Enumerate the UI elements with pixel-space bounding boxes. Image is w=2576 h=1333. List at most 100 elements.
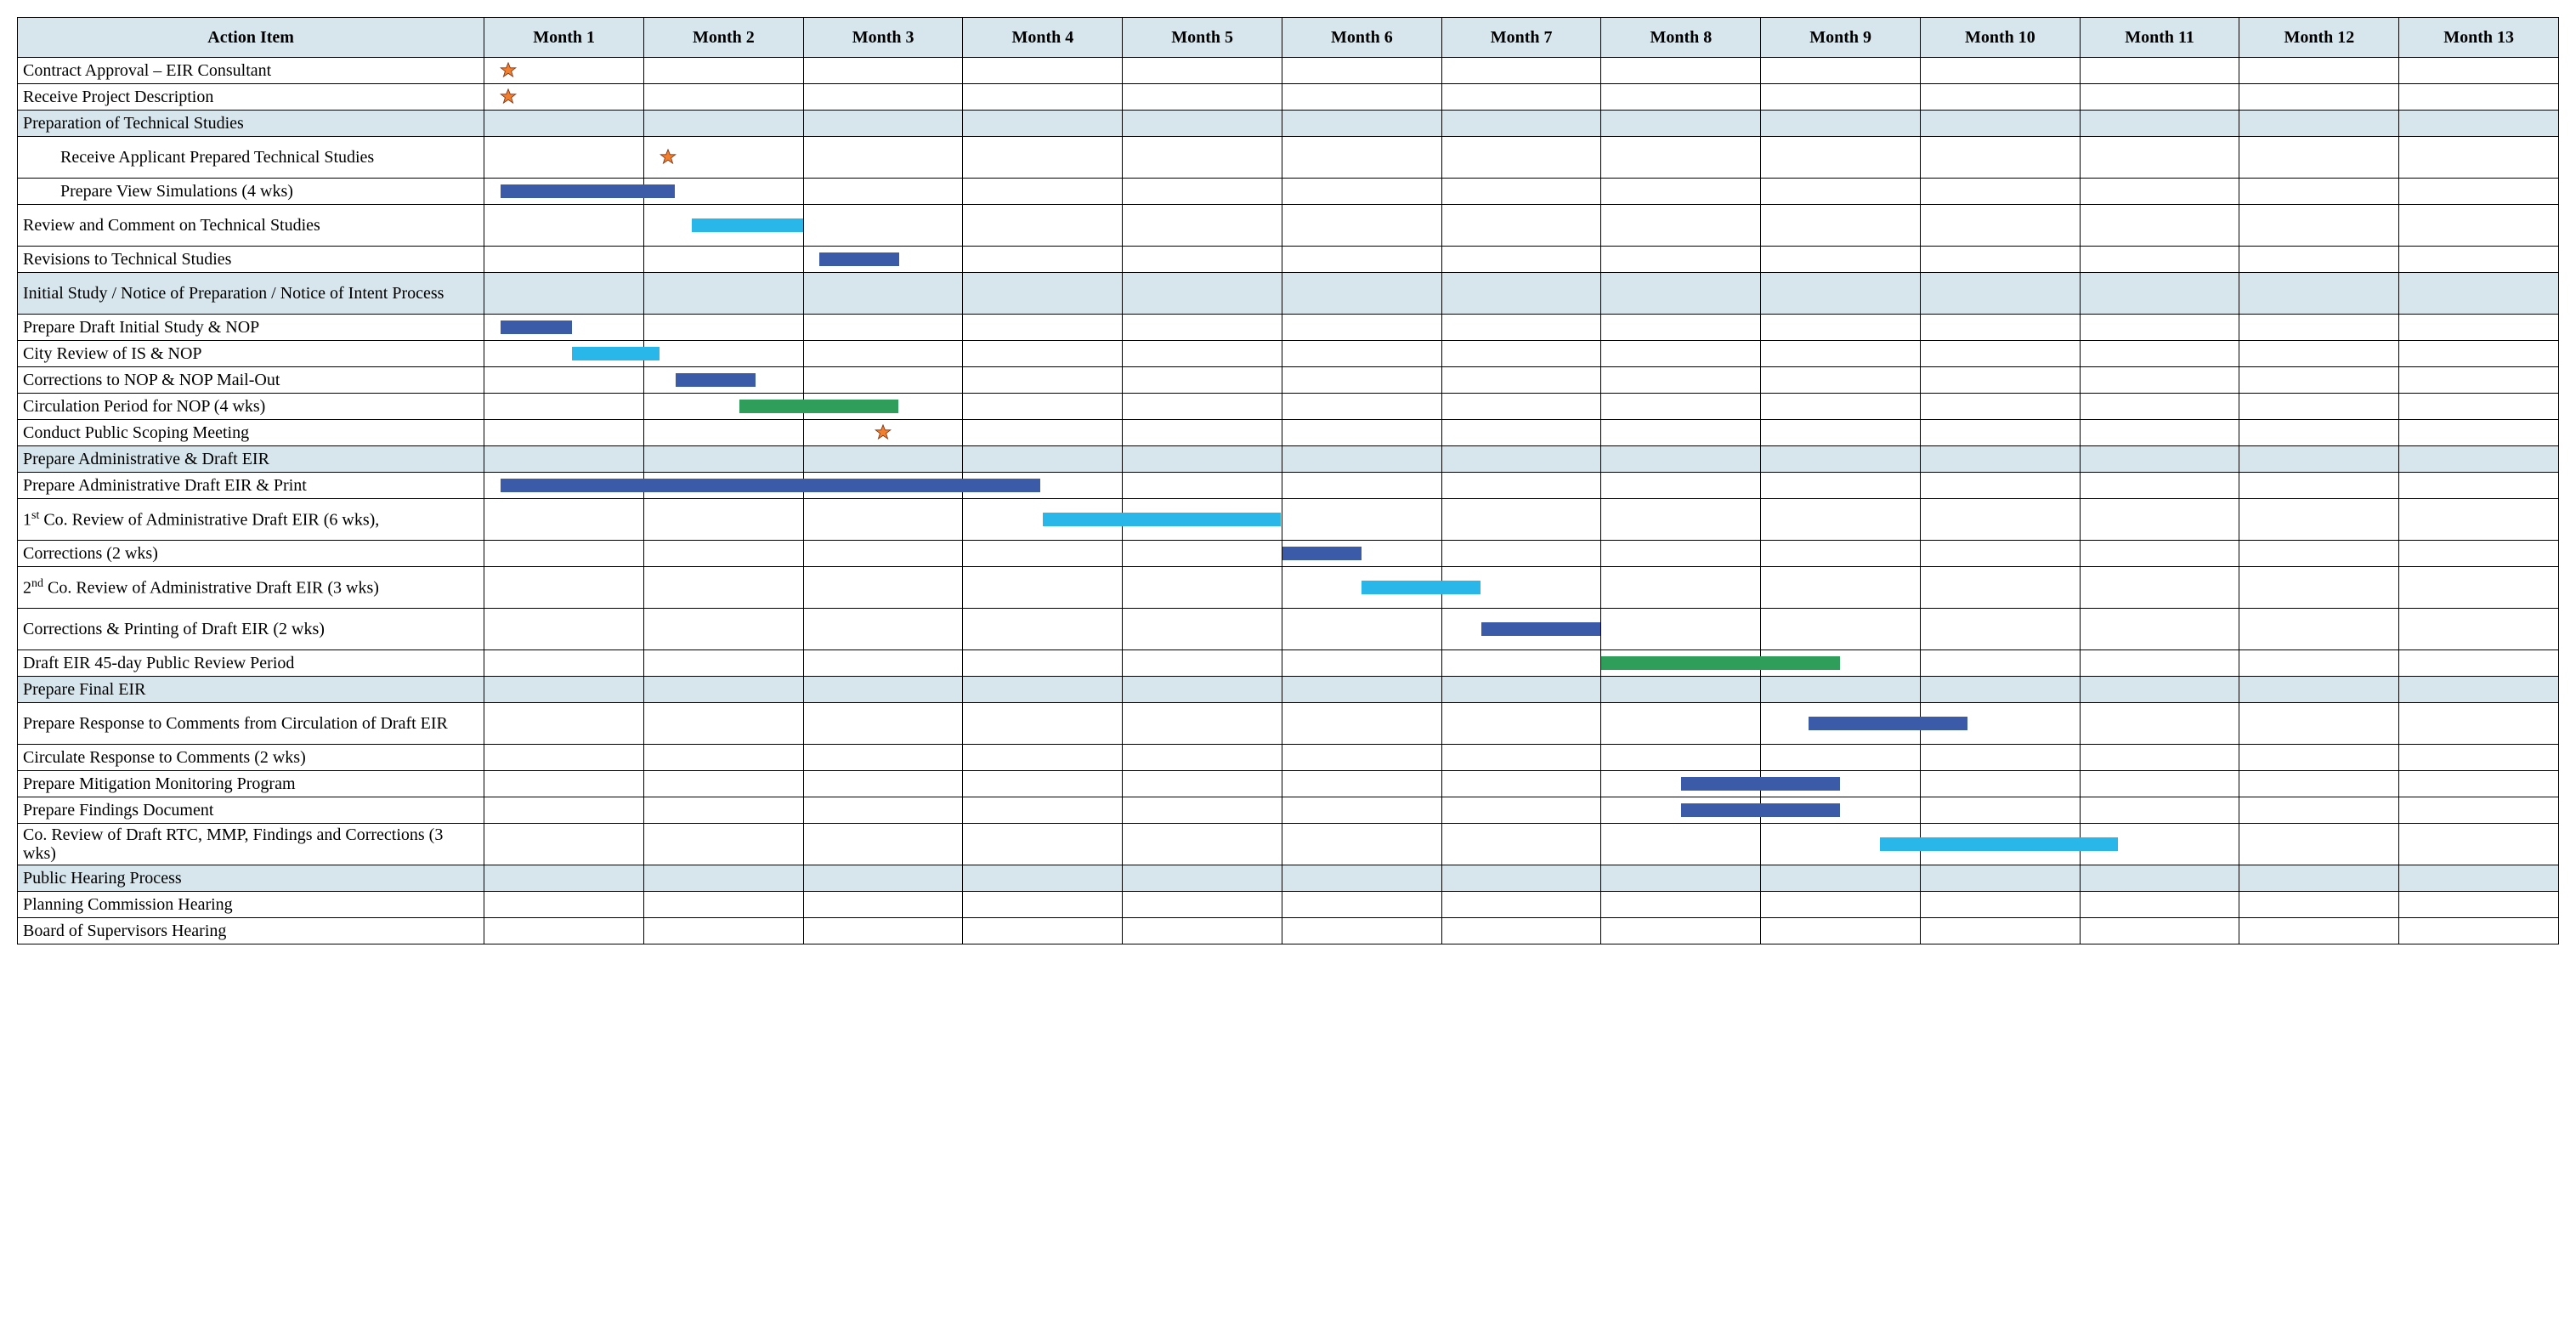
cell-m10: [1920, 499, 2080, 541]
table-row: Prepare Mitigation Monitoring Program: [18, 771, 2559, 797]
cell-m13: [2399, 137, 2559, 179]
cell-m2: [643, 567, 803, 609]
cell-m12: [2239, 111, 2399, 137]
cell-m2: [643, 541, 803, 567]
cell-m6: [1282, 703, 1441, 745]
milestone-star-icon: [875, 424, 892, 441]
cell-m12: [2239, 179, 2399, 205]
cell-m4: [963, 918, 1123, 944]
cell-m4: [963, 205, 1123, 247]
cell-m4: [963, 84, 1123, 111]
col-month-6: Month 6: [1282, 18, 1441, 58]
cell-m3: [803, 567, 963, 609]
cell-m3: [803, 341, 963, 367]
cell-m12: [2239, 567, 2399, 609]
col-month-7: Month 7: [1441, 18, 1601, 58]
cell-m12: [2239, 84, 2399, 111]
cell-m9: [1761, 367, 1921, 394]
table-row: Prepare Administrative & Draft EIR: [18, 446, 2559, 473]
cell-m9: [1761, 111, 1921, 137]
cell-m7: [1441, 367, 1601, 394]
cell-m9: [1761, 420, 1921, 446]
cell-m9: [1761, 446, 1921, 473]
cell-m7: [1441, 341, 1601, 367]
action-item-label: Prepare Final EIR: [18, 677, 484, 703]
cell-m11: [2080, 703, 2239, 745]
cell-m13: [2399, 541, 2559, 567]
cell-m8: [1601, 499, 1761, 541]
cell-m4: [963, 797, 1123, 824]
col-month-11: Month 11: [2080, 18, 2239, 58]
cell-m6: [1282, 771, 1441, 797]
cell-m1: [484, 179, 644, 205]
cell-m11: [2080, 179, 2239, 205]
action-item-label: Corrections (2 wks): [18, 541, 484, 567]
cell-m11: [2080, 918, 2239, 944]
cell-m1: [484, 918, 644, 944]
cell-m13: [2399, 865, 2559, 892]
cell-m3: [803, 865, 963, 892]
table-row: Prepare Draft Initial Study & NOP: [18, 315, 2559, 341]
cell-m10: [1920, 745, 2080, 771]
cell-m1: [484, 703, 644, 745]
cell-m12: [2239, 892, 2399, 918]
cell-m8: [1601, 179, 1761, 205]
col-month-1: Month 1: [484, 18, 644, 58]
cell-m8: [1601, 824, 1761, 865]
table-row: Prepare Administrative Draft EIR & Print: [18, 473, 2559, 499]
cell-m7: [1441, 745, 1601, 771]
cell-m1: [484, 677, 644, 703]
cell-m11: [2080, 892, 2239, 918]
table-row: Prepare Findings Document: [18, 797, 2559, 824]
cell-m4: [963, 341, 1123, 367]
cell-m8: [1601, 58, 1761, 84]
cell-m7: [1441, 247, 1601, 273]
gantt-bar: [692, 218, 803, 232]
cell-m8: [1601, 205, 1761, 247]
cell-m13: [2399, 273, 2559, 315]
cell-m5: [1123, 473, 1282, 499]
cell-m2: [643, 341, 803, 367]
cell-m13: [2399, 918, 2559, 944]
cell-m12: [2239, 824, 2399, 865]
cell-m9: [1761, 703, 1921, 745]
cell-m9: [1761, 865, 1921, 892]
cell-m9: [1761, 918, 1921, 944]
cell-m5: [1123, 865, 1282, 892]
cell-m11: [2080, 420, 2239, 446]
cell-m5: [1123, 446, 1282, 473]
cell-m4: [963, 567, 1123, 609]
cell-m5: [1123, 137, 1282, 179]
cell-m2: [643, 918, 803, 944]
table-row: Corrections to NOP & NOP Mail-Out: [18, 367, 2559, 394]
cell-m12: [2239, 609, 2399, 650]
cell-m10: [1920, 892, 2080, 918]
milestone-star-icon: [500, 88, 517, 105]
cell-m1: [484, 541, 644, 567]
cell-m4: [963, 367, 1123, 394]
cell-m3: [803, 446, 963, 473]
cell-m2: [643, 797, 803, 824]
action-item-label: Prepare Draft Initial Study & NOP: [18, 315, 484, 341]
cell-m2: [643, 677, 803, 703]
cell-m2: [643, 179, 803, 205]
cell-m10: [1920, 609, 2080, 650]
cell-m8: [1601, 473, 1761, 499]
cell-m10: [1920, 179, 2080, 205]
cell-m11: [2080, 58, 2239, 84]
cell-m3: [803, 273, 963, 315]
cell-m6: [1282, 865, 1441, 892]
cell-m6: [1282, 677, 1441, 703]
cell-m10: [1920, 771, 2080, 797]
cell-m4: [963, 394, 1123, 420]
cell-m8: [1601, 273, 1761, 315]
cell-m13: [2399, 420, 2559, 446]
cell-m7: [1441, 824, 1601, 865]
table-row: Circulation Period for NOP (4 wks): [18, 394, 2559, 420]
cell-m12: [2239, 205, 2399, 247]
cell-m6: [1282, 84, 1441, 111]
cell-m9: [1761, 394, 1921, 420]
cell-m13: [2399, 111, 2559, 137]
action-item-label: Receive Applicant Prepared Technical Stu…: [18, 137, 484, 179]
cell-m5: [1123, 84, 1282, 111]
